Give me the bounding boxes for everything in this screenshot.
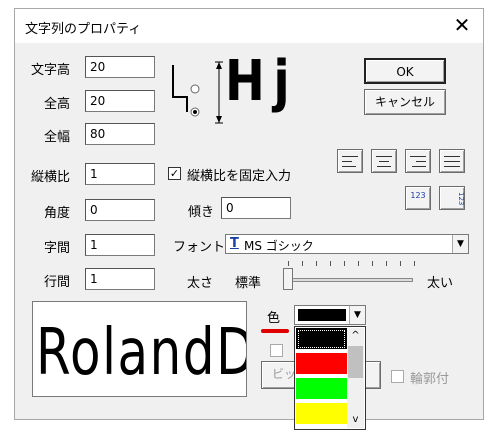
char-spacing-label: 字間 [44, 241, 71, 256]
weight-slider-track[interactable] [285, 278, 413, 282]
chevron-down-icon[interactable]: ▼ [349, 306, 365, 324]
total-width-label: 全幅 [44, 130, 71, 145]
font-value: MS ゴシック [244, 239, 314, 253]
color-list-scrollbar[interactable]: ^ v [347, 328, 364, 428]
scroll-thumb[interactable] [348, 346, 363, 378]
highlight-mark [261, 329, 289, 333]
outline-checkbox[interactable] [391, 370, 404, 383]
color-select[interactable]: ▼ [294, 305, 366, 325]
char-spacing-input[interactable]: 1 [85, 234, 155, 256]
char-height-label: 文字高 [31, 63, 71, 78]
ok-button[interactable]: OK [364, 58, 446, 84]
weight-max-label: 太い [427, 276, 454, 291]
color-option-black[interactable] [296, 328, 347, 350]
weight-label: 太さ [187, 276, 214, 291]
text-preview: RolandDG [32, 301, 247, 397]
text-properties-dialog: 文字列のプロパティ ✕ 文字高 20 全高 20 全幅 80 縦横比 1 角度 … [14, 8, 484, 430]
align-center-icon[interactable] [371, 149, 397, 173]
number-vertical-icon[interactable]: 123 [439, 186, 465, 210]
line-spacing-input[interactable]: 1 [85, 268, 155, 290]
char-height-input[interactable]: 20 [85, 56, 155, 78]
selected-color-swatch [298, 309, 346, 321]
aspect-ratio-input[interactable]: 1 [85, 163, 155, 185]
align-right-icon[interactable] [405, 149, 431, 173]
color-option-green[interactable] [296, 378, 347, 400]
scroll-up-icon[interactable]: ^ [347, 328, 364, 344]
total-height-label: 全高 [44, 97, 71, 112]
preview-text: RolandDG [36, 316, 246, 390]
hidden-option-checkbox[interactable] [270, 344, 283, 357]
align-left-icon[interactable] [337, 149, 363, 173]
fixed-ratio-checkbox[interactable]: ✓ [168, 167, 181, 180]
font-label: フォント [173, 240, 226, 255]
color-dropdown-list: ^ v [294, 326, 366, 430]
angle-label: 角度 [44, 206, 71, 221]
number-horizontal-icon[interactable]: 123 [405, 186, 431, 210]
line-spacing-label: 行間 [44, 275, 71, 290]
aspect-ratio-label: 縦横比 [31, 170, 71, 185]
color-option-yellow[interactable] [296, 403, 347, 425]
sample-glyphs: Hj [225, 49, 299, 114]
weight-slider-thumb[interactable] [283, 268, 293, 290]
truetype-icon: T [230, 236, 239, 251]
scroll-down-icon[interactable]: v [347, 412, 364, 428]
color-option-red[interactable] [296, 353, 347, 375]
chevron-down-icon[interactable]: ▼ [452, 235, 468, 253]
close-icon[interactable]: ✕ [451, 14, 473, 36]
cancel-button[interactable]: キャンセル [364, 89, 446, 115]
slant-input[interactable]: 0 [221, 197, 291, 219]
window-title: 文字列のプロパティ [25, 22, 142, 37]
weight-min-label: 標準 [235, 276, 262, 291]
align-justify-icon[interactable] [439, 149, 465, 173]
font-select[interactable]: T MS ゴシック ▼ [225, 234, 469, 254]
title-bar: 文字列のプロパティ ✕ [15, 9, 483, 43]
total-width-input[interactable]: 80 [85, 123, 155, 145]
fixed-ratio-label: 縦横比を固定入力 [187, 169, 292, 184]
total-height-input[interactable]: 20 [85, 90, 155, 112]
color-label: 色 [267, 311, 281, 326]
slant-label: 傾き [188, 205, 215, 220]
outline-label: 輪郭付 [410, 372, 450, 387]
angle-input[interactable]: 0 [85, 199, 155, 221]
